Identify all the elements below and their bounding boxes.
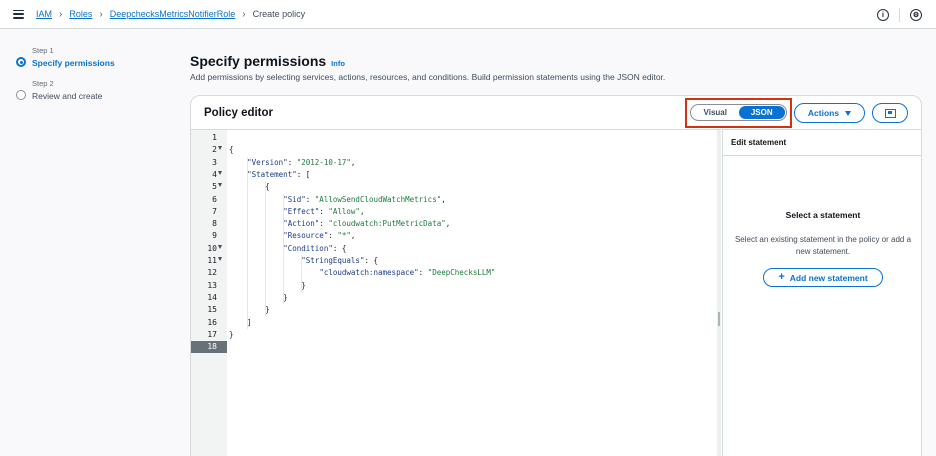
editor-scrollbar-thumb[interactable] bbox=[718, 312, 720, 326]
line-number: 2 bbox=[191, 144, 227, 156]
line-number: 16 bbox=[207, 317, 217, 327]
policy-editor-card: Policy editor Visual JSON Actions 1 2{3 "… bbox=[190, 95, 922, 456]
line-number: 5 bbox=[191, 181, 227, 193]
line-number: 3 bbox=[212, 157, 217, 167]
empty-state-text: Select an existing statement in the poli… bbox=[734, 235, 912, 256]
indent-guide bbox=[265, 181, 267, 317]
line-number: 1 bbox=[212, 133, 217, 142]
plus-icon: + bbox=[778, 271, 785, 283]
settings-gear-icon[interactable]: ⚙ bbox=[910, 9, 922, 21]
breadcrumb-role-name[interactable]: DeepchecksMetricsNotifierRole bbox=[110, 9, 236, 19]
step-specify-permissions[interactable]: Step 1 Specify permissions bbox=[16, 46, 115, 68]
breadcrumb-chevron-icon: › bbox=[59, 8, 63, 20]
editor-scrollbar-track[interactable] bbox=[717, 130, 721, 456]
line-number: 12 bbox=[207, 268, 217, 278]
code-line: "StringEquals": { bbox=[301, 256, 379, 265]
step-review-and-create[interactable]: Step 2 Review and create bbox=[16, 79, 115, 101]
code-line: { bbox=[229, 182, 270, 192]
json-code-editor[interactable]: 1 2{3 "Version": "2012-10-17", 4 "Statemen… bbox=[191, 129, 721, 456]
line-number: 13 bbox=[207, 280, 217, 290]
step-active-indicator-icon bbox=[16, 57, 26, 67]
side-panel-icon bbox=[884, 108, 896, 118]
edit-statement-header: Edit statement bbox=[723, 130, 921, 156]
edit-statement-empty-state: Select a statement Select an existing st… bbox=[723, 210, 921, 287]
line-number: 7 bbox=[212, 206, 217, 216]
code-line: } bbox=[229, 329, 234, 339]
editor-mode-toggle: Visual JSON bbox=[690, 104, 787, 121]
divider bbox=[899, 8, 900, 22]
empty-state-title: Select a statement bbox=[785, 210, 861, 220]
code-line: "Action": "cloudwatch:PutMetricData", bbox=[283, 219, 451, 229]
breadcrumb-roles[interactable]: Roles bbox=[69, 9, 92, 19]
info-link[interactable]: Info bbox=[331, 59, 345, 68]
fold-toggle-icon[interactable] bbox=[218, 257, 222, 261]
page-heading: Specify permissions Info bbox=[190, 53, 345, 69]
add-new-statement-button[interactable]: + Add new statement bbox=[763, 268, 883, 287]
page-description: Add permissions by selecting services, a… bbox=[190, 72, 666, 82]
page-title: Specify permissions bbox=[190, 53, 327, 69]
edit-statement-panel: Edit statement Select a statement Select… bbox=[722, 129, 921, 456]
actions-label: Actions bbox=[807, 108, 840, 118]
code-line: ] bbox=[229, 317, 252, 327]
step-title: Specify permissions bbox=[32, 58, 115, 68]
breadcrumb-current-page: Create policy bbox=[252, 9, 306, 19]
indent-guide bbox=[283, 193, 285, 305]
fold-toggle-icon[interactable] bbox=[218, 183, 222, 188]
breadcrumb-chevron-icon: › bbox=[242, 8, 246, 20]
step-inactive-indicator-icon bbox=[16, 90, 26, 100]
code-line: } bbox=[229, 292, 288, 302]
breadcrumb-chevron-icon: › bbox=[99, 8, 103, 20]
top-right-icons: i ⚙ bbox=[877, 8, 922, 22]
mode-visual-option[interactable]: Visual bbox=[692, 106, 739, 119]
step-title: Review and create bbox=[32, 91, 103, 101]
step-number: Step 2 bbox=[32, 79, 54, 88]
breadcrumb-iam[interactable]: IAM bbox=[36, 9, 52, 19]
indent-guide bbox=[301, 255, 303, 292]
top-navigation-bar: IAM › Roles › DeepchecksMetricsNotifierR… bbox=[0, 0, 936, 29]
hamburger-menu-icon[interactable] bbox=[13, 9, 24, 19]
fold-toggle-icon[interactable] bbox=[218, 244, 222, 249]
actions-dropdown-button[interactable]: Actions bbox=[794, 103, 865, 123]
wizard-steps: Step 1 Specify permissions Step 2 Review… bbox=[16, 46, 115, 112]
line-number: 4 bbox=[191, 169, 227, 181]
line-number: 14 bbox=[207, 292, 217, 302]
line-number: 17 bbox=[207, 329, 217, 339]
code-line: { bbox=[229, 145, 234, 155]
code-line: "cloudwatch:namespace": "DeepChecksLLM" bbox=[319, 268, 496, 278]
line-number: 11 bbox=[191, 255, 227, 267]
code-line: } bbox=[229, 305, 270, 315]
code-line: "Statement": [ bbox=[247, 169, 311, 179]
policy-editor-header: Policy editor Visual JSON Actions bbox=[191, 96, 921, 129]
fold-toggle-icon[interactable] bbox=[218, 146, 222, 151]
code-line: "Sid": "AllowSendCloudWatchMetrics", bbox=[283, 194, 446, 204]
fold-toggle-icon[interactable] bbox=[218, 170, 222, 175]
add-statement-label: Add new statement bbox=[789, 272, 868, 283]
line-number: 8 bbox=[212, 219, 217, 229]
line-number: 10 bbox=[191, 243, 227, 255]
code-line: } bbox=[229, 280, 306, 290]
code-line: "Effect": "Allow", bbox=[283, 206, 365, 216]
info-circle-icon[interactable]: i bbox=[877, 9, 889, 21]
policy-editor-title: Policy editor bbox=[204, 106, 274, 119]
line-number: 18 bbox=[191, 341, 227, 354]
step-number: Step 1 bbox=[32, 46, 54, 55]
toggle-side-panel-button[interactable] bbox=[872, 103, 908, 123]
caret-down-icon bbox=[845, 110, 852, 116]
mode-json-option[interactable]: JSON bbox=[738, 106, 785, 119]
line-number: 6 bbox=[212, 194, 217, 204]
line-number: 15 bbox=[207, 305, 217, 315]
indent-guide bbox=[247, 156, 249, 329]
line-number: 9 bbox=[212, 231, 217, 241]
